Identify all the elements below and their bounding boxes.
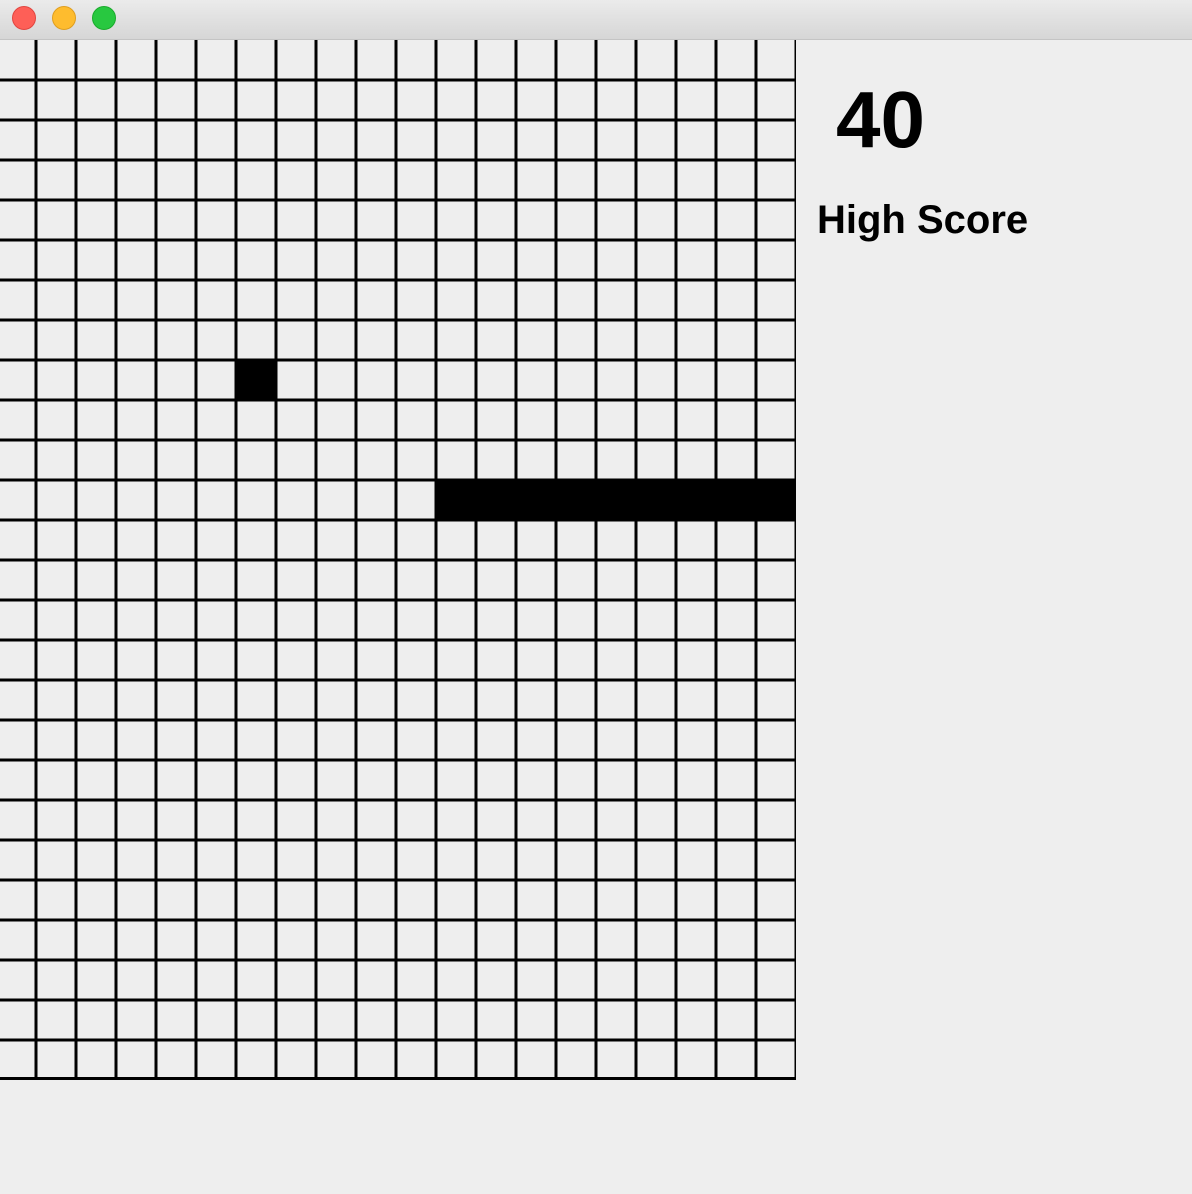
grid-line-horizontal bbox=[0, 238, 796, 242]
game-grid bbox=[0, 40, 796, 1080]
food-pellet bbox=[236, 360, 276, 400]
grid-line-horizontal bbox=[0, 158, 796, 162]
grid-line-horizontal bbox=[0, 878, 796, 882]
grid-line-horizontal bbox=[0, 798, 796, 802]
zoom-icon[interactable] bbox=[92, 6, 116, 30]
game-window: 40 High Score bbox=[0, 0, 1192, 1194]
title-bar bbox=[0, 0, 1192, 40]
grid-line-horizontal bbox=[0, 838, 796, 842]
grid-line-horizontal bbox=[0, 558, 796, 562]
grid-line-horizontal bbox=[0, 998, 796, 1002]
snake-segment bbox=[476, 480, 516, 520]
snake-segment bbox=[556, 480, 596, 520]
grid-line-horizontal bbox=[0, 918, 796, 922]
snake-segment bbox=[756, 480, 796, 520]
minimize-icon[interactable] bbox=[52, 6, 76, 30]
grid-line-horizontal bbox=[0, 438, 796, 442]
snake-segment bbox=[596, 480, 636, 520]
score-value: 40 bbox=[836, 75, 925, 164]
grid-line-horizontal bbox=[0, 1077, 796, 1080]
grid-line-horizontal bbox=[0, 398, 796, 402]
grid-line-horizontal bbox=[0, 318, 796, 322]
snake-segment bbox=[716, 480, 756, 520]
grid-line-horizontal bbox=[0, 958, 796, 962]
grid-line-horizontal bbox=[0, 1038, 796, 1042]
game-board[interactable] bbox=[0, 40, 796, 1080]
grid-line-horizontal bbox=[0, 78, 796, 82]
snake-segment bbox=[516, 480, 556, 520]
grid-line-horizontal bbox=[0, 598, 796, 602]
snake-segment bbox=[636, 480, 676, 520]
grid-line-horizontal bbox=[0, 758, 796, 762]
grid-line-horizontal bbox=[0, 718, 796, 722]
snake-segment bbox=[676, 480, 716, 520]
grid-line-horizontal bbox=[0, 118, 796, 122]
high-score-label: High Score bbox=[817, 198, 1029, 242]
grid-line-horizontal bbox=[0, 638, 796, 642]
grid-line-horizontal bbox=[0, 278, 796, 282]
grid-line-horizontal bbox=[0, 678, 796, 682]
close-icon[interactable] bbox=[12, 6, 36, 30]
grid-line-horizontal bbox=[0, 358, 796, 362]
grid-line-horizontal bbox=[0, 198, 796, 202]
snake-segment bbox=[436, 480, 476, 520]
